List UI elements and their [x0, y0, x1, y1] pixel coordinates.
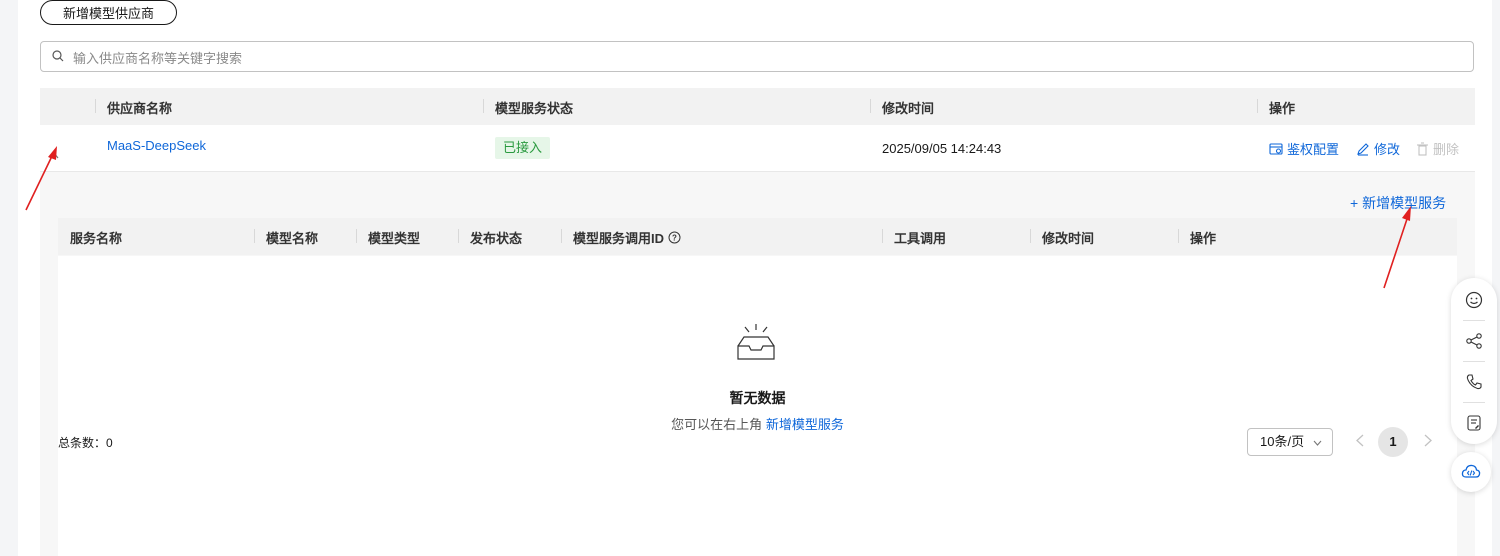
col-service-call-id: 模型服务调用ID ? [561, 228, 681, 247]
cloud-code-icon [1461, 464, 1481, 478]
auth-config-icon [1269, 142, 1283, 155]
col-service-actions: 操作 [1178, 228, 1216, 247]
col-model-type: 模型类型 [356, 228, 420, 247]
table-row: MaaS-DeepSeek 已接入 2025/09/05 14:24:43 鉴权… [40, 126, 1475, 172]
floating-toolbar [1451, 278, 1497, 444]
delete-button[interactable]: 删除 [1416, 139, 1459, 158]
chevron-down-icon [1313, 440, 1322, 446]
col-service-status: 模型服务状态 [483, 98, 573, 117]
cloud-code-button[interactable] [1451, 452, 1491, 492]
annotation-arrow-expand [25, 146, 57, 211]
page-size-select[interactable]: 10条/页 [1247, 428, 1333, 456]
search-icon [52, 50, 64, 65]
service-table-header: 服务名称 模型名称 模型类型 发布状态 模型服务调用ID ? 工具调用 修改时间… [58, 218, 1457, 255]
col-publish-status: 发布状态 [458, 228, 522, 247]
empty-add-service-link[interactable]: 新增模型服务 [766, 417, 844, 432]
total-count: 总条数：0 [58, 436, 113, 450]
smile-icon[interactable] [1465, 291, 1483, 312]
annotation-arrow-add-service [1383, 206, 1411, 289]
add-provider-button[interactable]: 新增模型供应商 [40, 0, 177, 25]
col-modified-time: 修改时间 [870, 98, 934, 117]
svg-text:?: ? [672, 234, 677, 243]
auth-config-button[interactable]: 鉴权配置 [1269, 139, 1339, 158]
col-service-modified: 修改时间 [1030, 228, 1094, 247]
col-service-name: 服务名称 [70, 231, 123, 246]
provider-table-header: 供应商名称 模型服务状态 修改时间 操作 [40, 88, 1475, 125]
feedback-icon[interactable] [1465, 414, 1483, 435]
service-table-body: 暂无数据 您可以在右上角 新增模型服务 [58, 256, 1457, 556]
col-provider-name: 供应商名称 [95, 98, 172, 117]
status-badge: 已接入 [495, 137, 551, 159]
search-box[interactable] [40, 41, 1474, 72]
page-number[interactable]: 1 [1378, 427, 1408, 457]
phone-icon[interactable] [1465, 373, 1483, 394]
provider-name-link[interactable]: MaaS-DeepSeek [107, 138, 206, 153]
search-input[interactable] [71, 48, 1455, 68]
col-actions: 操作 [1257, 98, 1295, 117]
col-tool-call: 工具调用 [882, 228, 946, 247]
edit-button[interactable]: 修改 [1356, 139, 1400, 158]
edit-icon [1357, 142, 1369, 156]
empty-box-icon [730, 322, 782, 369]
modified-time: 2025/09/05 14:24:43 [882, 141, 1002, 156]
next-page-icon[interactable] [1424, 434, 1432, 450]
help-icon[interactable]: ? [668, 231, 681, 244]
empty-title: 暂无数据 [729, 390, 786, 406]
col-model-name: 模型名称 [254, 228, 318, 247]
prev-page-icon[interactable] [1356, 434, 1364, 450]
share-icon[interactable] [1465, 332, 1483, 353]
expanded-service-panel: + 新增模型服务 服务名称 模型名称 模型类型 发布状态 模型服务调用ID ? … [40, 172, 1475, 556]
trash-icon [1417, 141, 1428, 156]
